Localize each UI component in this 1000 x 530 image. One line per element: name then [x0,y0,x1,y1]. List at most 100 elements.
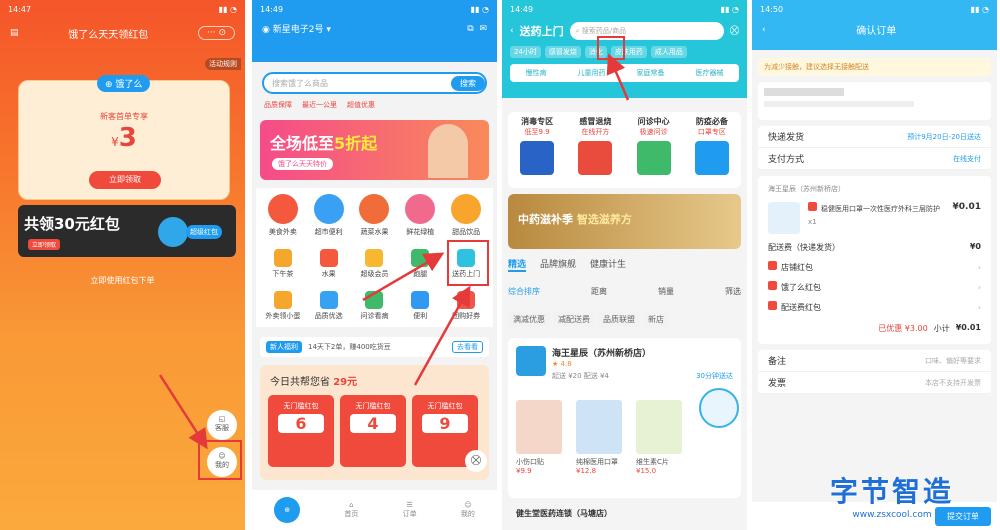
tab-item[interactable]: 24小时 [510,46,541,58]
nav-orders[interactable]: ☰ 订单 [403,501,417,519]
product-tag [808,202,817,211]
category-icon [457,291,476,309]
product-tile[interactable]: 感冒退烧 在线开方 [569,116,621,188]
payment-row[interactable]: 支付方式 在线支付 [758,148,991,170]
store-product[interactable]: 维生素C片 ¥15.0 [636,400,686,475]
extra-section: 备注 口味、偏好等要求 发票 本店不支持开发票 [758,350,991,394]
use-packet-link[interactable]: 立即使用红包下单 [0,275,245,286]
category-item[interactable]: 团购好券 [443,291,489,321]
category-item[interactable]: 鲜花绿植 [397,194,443,237]
notice-button[interactable]: 去看看 [452,341,483,353]
address-card[interactable] [758,82,991,120]
discount-label: 店铺红包 [781,263,813,272]
product-tile[interactable]: 防疫必备 口罩专区 [686,116,738,188]
product-tile[interactable]: 消毒专区 低至9.9 [511,116,563,188]
coupon-claim-button[interactable]: 立即领取 [89,171,161,189]
category-item[interactable]: 外卖领小蛋 [260,291,306,321]
coupon-item[interactable]: 无门槛红包 4 [340,395,406,467]
red-packet-banner[interactable]: 共领30元红包 立即领取 超级红包 [18,205,236,257]
cart-icon[interactable]: ⛒ [465,450,487,472]
filter-item[interactable]: 销量 [658,286,674,297]
category-label: 蔬菜水果 [360,228,389,236]
summary-row: 已优惠 ¥3.00 小计 ¥0.01 [758,317,991,340]
invoice-label: 发票 [768,379,787,389]
search-bar[interactable]: 搜索饿了么商品 搜索 [262,72,487,94]
category-item[interactable]: 家庭常备 [637,68,665,78]
search-button[interactable]: 搜索 [451,75,485,91]
rules-tag[interactable]: 活动规则 [205,58,241,70]
product-image [694,141,729,175]
coupon-item[interactable]: 无门槛红包 6 [268,395,334,467]
nav-logo-icon[interactable]: ⊕ [274,497,301,523]
remark-row[interactable]: 备注 口味、偏好等要求 [758,350,991,372]
location-selector[interactable]: ◉ 新星电子2号 ▾ [262,22,331,35]
search-input[interactable]: 搜索饿了么商品 [272,78,328,89]
scan-message-icons[interactable]: ⧉ ✉ [467,24,487,34]
secondary-tab[interactable]: 品牌旗舰 [540,257,576,272]
discount-left: 店铺红包 [768,261,813,273]
chevron-right-icon: › [977,302,981,312]
category-item[interactable]: 问诊看病 [352,291,398,321]
filter-item[interactable]: 筛选 [725,286,741,297]
category-item[interactable]: 甜品饮品 [443,194,489,237]
chevron-right-icon: › [977,282,981,292]
category-item[interactable]: 跑腿 [397,249,443,279]
filter-chip[interactable]: 满减优惠 [508,312,550,327]
product-tile[interactable]: 问诊中心 极速问诊 [628,116,680,188]
store-product[interactable]: 纯棉医用口罩 ¥12.8 [576,400,626,475]
status-time: 14:49 [510,4,534,14]
total-value: ¥0.01 [955,323,981,332]
category-item[interactable]: 品质优选 [306,291,352,321]
cart-icon[interactable]: ⛒ [730,26,739,36]
more-close-capsule[interactable]: ··· ⊙ [198,26,235,40]
discount-row[interactable]: 配送费红包 › [758,297,991,317]
status-time: 14:49 [260,4,284,14]
category-item[interactable]: 儿童用药 [578,68,606,78]
search-input[interactable]: ⌕ 搜索药品/商品 [569,22,724,40]
doctor-avatar[interactable] [699,388,739,428]
category-item[interactable]: 超市便利 [306,194,352,237]
back-icon[interactable]: ‹ [510,26,514,36]
category-item[interactable]: 超级会员 [352,249,398,279]
store-product[interactable]: 小伤口贴 ¥9.9 [516,400,566,475]
category-label: 超级会员 [360,270,389,278]
store-action: 30分钟送达 [696,372,733,380]
product-image [636,141,671,175]
filter-chip[interactable]: 品质联盟 [598,312,640,327]
notice-bar[interactable]: 新人福利 14天下2单，赚400吃货豆 去看看 [260,337,489,357]
category-item[interactable]: 蔬菜水果 [352,194,398,237]
nav-mine[interactable]: ☺ 我的 [461,501,475,519]
banner-button[interactable]: 超级红包 [186,225,222,239]
tab-item[interactable]: 感冒发烧 [544,46,581,58]
shipping-value: ¥0 [969,242,981,251]
notice-bar: 为减少接触，建议选择无接触配送 [758,58,991,76]
category-item[interactable]: 医疗器械 [696,68,724,78]
category-item[interactable]: 美食外卖 [260,194,306,237]
delivery-row[interactable]: 快递发货 预计9月20日-20日送达 [758,126,991,148]
category-icon [411,249,430,267]
back-icon[interactable]: ▤ [10,28,19,38]
remark-value: 口味、偏好等要求 [925,356,981,365]
category-item[interactable]: 慢性病 [526,68,547,78]
filter-chip[interactable]: 新店 [643,312,669,327]
category-item[interactable]: 水果 [306,249,352,279]
secondary-tab[interactable]: 健康计生 [590,257,626,272]
promo-banner[interactable]: 全场低至5折起 饿了么天天特价 [260,120,489,180]
category-item[interactable]: 下午茶 [260,249,306,279]
nav-home[interactable]: ⌂ 首页 [344,501,358,519]
filter-chip[interactable]: 减配送费 [553,312,595,327]
category-label: 便利 [413,312,428,320]
nav-home-label: 首页 [344,510,359,518]
service-button[interactable]: ◱ 客服 [207,410,237,440]
filter-item[interactable]: 综合排序 [508,286,540,297]
store-rating: ★ 4.8 [552,360,572,368]
filter-item[interactable]: 距离 [591,286,607,297]
secondary-tab[interactable]: 精选 [508,257,527,272]
category-item[interactable]: 便利 [397,291,443,321]
herbal-banner[interactable]: 中药滋补季 智选滋养方 [508,194,741,249]
store-card[interactable]: 海王星辰（苏州新桥店） ★ 4.8 起送 ¥20 配送 ¥4 30分钟送达 小伤… [508,338,741,498]
tab-item[interactable]: 成人用品 [650,46,687,58]
discount-row[interactable]: 店铺红包 › [758,257,991,277]
discount-row[interactable]: 饿了么红包 › [758,277,991,297]
invoice-row[interactable]: 发票 本店不支持开发票 [758,372,991,394]
